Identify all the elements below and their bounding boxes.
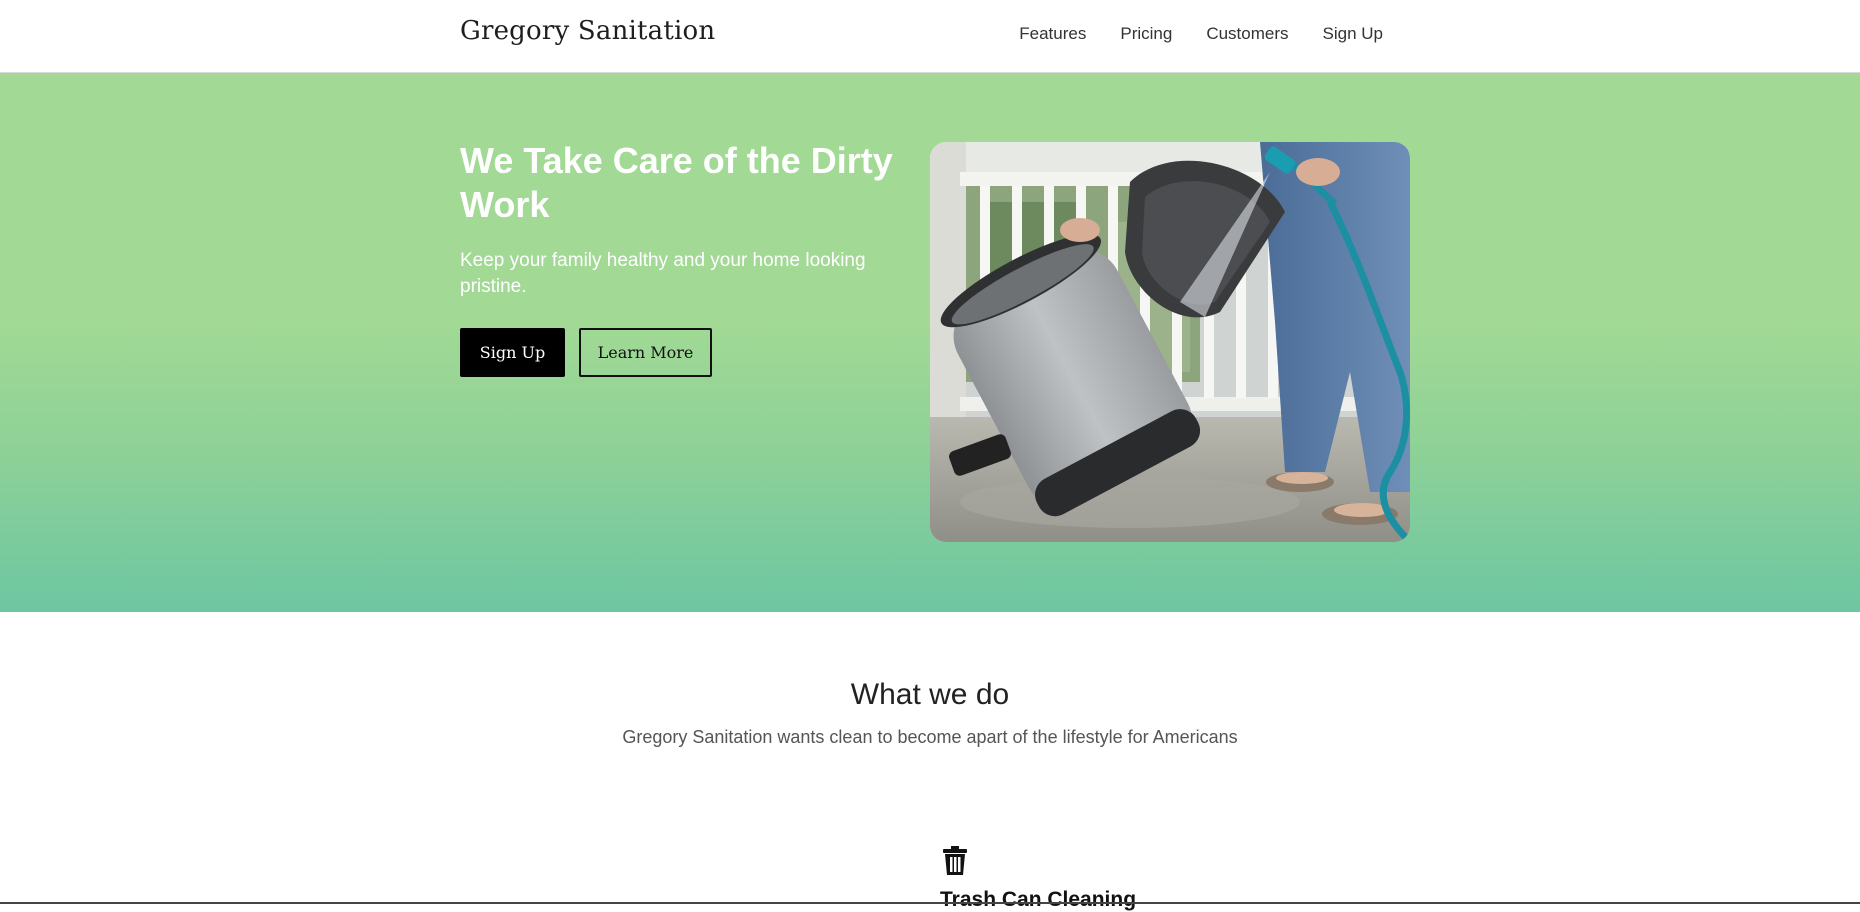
hero-photo: [930, 142, 1410, 542]
feature-title-trash-can-cleaning: Trash Can Cleaning: [940, 888, 1137, 911]
what-we-do-subtitle: Gregory Sanitation wants clean to become…: [622, 727, 1238, 747]
top-navbar: Gregory Sanitation Features Pricing Cust…: [0, 0, 1860, 73]
hero-title: We Take Care of the Dirty Work: [460, 140, 893, 225]
learn-more-button[interactable]: Learn More: [579, 328, 712, 377]
nav-link-sign-up[interactable]: Sign Up: [1323, 24, 1383, 44]
nav-link-features[interactable]: Features: [1019, 24, 1086, 44]
what-we-do-title: What we do: [850, 678, 1010, 711]
hero-subtitle: Keep your family healthy and your home l…: [460, 250, 866, 297]
brand-logo-text[interactable]: Gregory Sanitation: [460, 16, 715, 46]
hero-section: We Take Care of the Dirty Work Keep your…: [0, 73, 1860, 612]
nav-link-customers[interactable]: Customers: [1206, 24, 1288, 44]
nav-link-pricing[interactable]: Pricing: [1120, 24, 1172, 44]
trash-can-cleaning-photo: [930, 142, 1410, 542]
nav-menu: Features Pricing Customers Sign Up: [1019, 24, 1383, 44]
sign-up-button[interactable]: Sign Up: [460, 328, 565, 377]
trash-icon: [942, 846, 968, 876]
